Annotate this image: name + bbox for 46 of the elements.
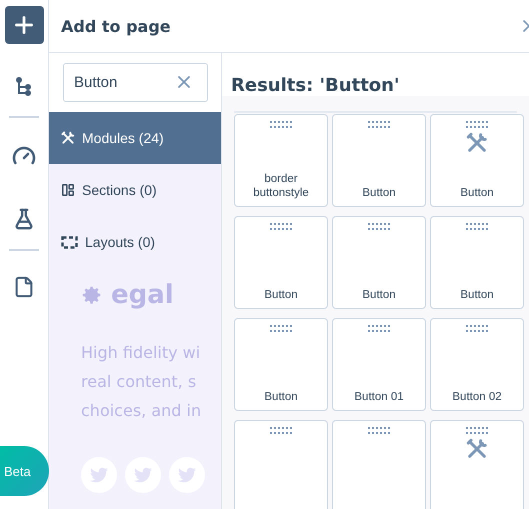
drag-handle-icon — [466, 325, 488, 332]
module-card[interactable]: Button — [332, 114, 426, 207]
gear-icon — [81, 284, 103, 306]
bird-icon — [81, 457, 117, 493]
tools-icon — [61, 131, 75, 145]
drag-handle-icon — [466, 427, 488, 434]
module-card[interactable]: border buttonstyle — [234, 114, 328, 207]
tree-icon — [16, 77, 32, 97]
document-icon — [13, 276, 35, 298]
drag-handle-icon — [270, 325, 292, 332]
module-card[interactable]: Button — [234, 216, 328, 309]
logo-text: egal — [111, 280, 174, 310]
module-card[interactable]: Button — [430, 114, 524, 207]
drag-handle-icon — [368, 121, 390, 128]
category-tab[interactable]: Sections (0) — [49, 164, 221, 216]
module-card[interactable]: Button 02 — [430, 318, 524, 411]
category-tab[interactable]: Modules (24) — [49, 112, 221, 164]
drag-handle-icon — [270, 427, 292, 434]
document-button[interactable] — [13, 276, 35, 298]
search-field[interactable]: Button — [63, 63, 208, 102]
module-card[interactable]: Button — [234, 318, 328, 411]
wrench-screwdriver-icon — [466, 132, 488, 154]
results-title: Results: 'Button' — [230, 74, 400, 96]
wrench-screwdriver-icon — [466, 438, 488, 460]
drag-handle-icon — [368, 427, 390, 434]
drag-handle-icon — [270, 223, 292, 230]
dashed-square-icon — [61, 236, 78, 248]
drag-handle-icon — [368, 223, 390, 230]
drag-handle-icon — [270, 121, 292, 128]
drag-handle-icon — [466, 121, 488, 128]
bird-icon — [125, 457, 161, 493]
page-paragraph: High fidelity wi real content, s choices, and in — [81, 342, 202, 422]
add-button[interactable] — [4, 6, 44, 44]
flask-button[interactable] — [13, 208, 35, 230]
module-card[interactable]: Button 01 — [332, 318, 426, 411]
module-card[interactable]: Button — [332, 216, 426, 309]
category-tab[interactable]: Layouts (0) — [49, 216, 221, 268]
module-card[interactable]: Button — [430, 216, 524, 309]
flask-icon — [13, 208, 35, 230]
module-card[interactable] — [430, 420, 524, 509]
drag-handle-icon — [368, 325, 390, 332]
drag-handle-icon — [466, 223, 488, 230]
tree-button[interactable] — [16, 77, 32, 97]
bird-icon — [169, 457, 205, 493]
panel-layout-icon — [61, 183, 75, 197]
panel-title: Add to page — [61, 16, 171, 36]
